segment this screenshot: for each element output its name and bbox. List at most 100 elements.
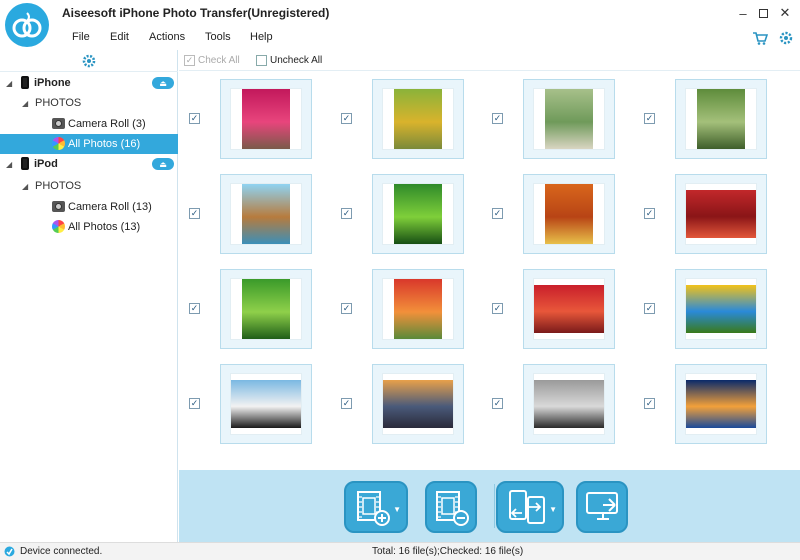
eject-icon[interactable]: ⏏	[152, 158, 174, 170]
photo-thumbnail[interactable]	[220, 269, 312, 349]
photo-checkbox[interactable]: ✓	[492, 208, 503, 219]
sidebar-item-camera-roll[interactable]: Camera Roll (13)	[0, 197, 178, 217]
photo-thumbnail[interactable]	[675, 174, 767, 254]
status-file-count: Total: 16 file(s);Checked: 16 file(s)	[372, 546, 524, 557]
photo-checkbox[interactable]: ✓	[644, 398, 655, 409]
uncheck-all-checkbox[interactable]	[256, 55, 267, 66]
device-name: iPod	[34, 158, 58, 170]
photos-icon	[52, 137, 65, 150]
dropdown-arrow-icon[interactable]: ▼	[393, 505, 401, 514]
photo-checkbox[interactable]: ✓	[644, 113, 655, 124]
photo-checkbox[interactable]: ✓	[341, 303, 352, 314]
photo-thumbnail[interactable]	[372, 364, 464, 444]
eject-icon[interactable]: ⏏	[152, 77, 174, 89]
photo-grid: ✓ ✓ ✓ ✓ ✓ ✓ ✓ ✓ ✓ ✓ ✓ ✓ ✓ ✓ ✓ ✓	[179, 71, 800, 470]
sidebar-item-all-photos[interactable]: All Photos (13)	[0, 217, 178, 237]
menu-actions[interactable]: Actions	[149, 31, 185, 43]
photo-castle-sunset	[383, 380, 453, 428]
cart-icon[interactable]	[752, 30, 769, 46]
device-sidebar: ◢ iPhone ⏏ ◢ PHOTOS Camera Roll (3) All …	[0, 50, 178, 542]
title-bar: Aiseesoft iPhone Photo Transfer(Unregist…	[0, 0, 800, 47]
collapse-triangle-icon[interactable]: ◢	[22, 182, 28, 191]
transfer-device-button[interactable]: ▼	[496, 481, 564, 533]
photo-thumbnail[interactable]	[675, 269, 767, 349]
photo-jellyfish	[686, 380, 756, 428]
minimize-button[interactable]: –	[734, 4, 752, 22]
photo-checkbox[interactable]: ✓	[189, 208, 200, 219]
photo-penguins	[231, 380, 301, 428]
photo-frame	[230, 278, 302, 340]
photo-checkbox[interactable]: ✓	[492, 303, 503, 314]
photo-checkbox[interactable]: ✓	[644, 208, 655, 219]
maximize-button[interactable]	[754, 4, 772, 22]
delete-photo-button[interactable]	[425, 481, 477, 533]
camera-icon	[52, 201, 65, 212]
photo-thumbnail[interactable]	[523, 269, 615, 349]
photo-thumbnail[interactable]	[372, 269, 464, 349]
photo-frame	[685, 183, 757, 245]
photo-thumbnail[interactable]	[372, 79, 464, 159]
sidebar-settings[interactable]	[0, 50, 178, 72]
group-label: PHOTOS	[35, 180, 82, 192]
photo-thumbnail[interactable]	[675, 79, 767, 159]
check-all-label[interactable]: Check All	[198, 55, 240, 66]
gear-icon[interactable]	[778, 30, 794, 46]
ipod-icon	[21, 157, 29, 170]
photo-thumbnail[interactable]	[523, 174, 615, 254]
photo-checkbox[interactable]: ✓	[341, 113, 352, 124]
sidebar-item-camera-roll[interactable]: Camera Roll (3)	[0, 114, 178, 134]
sidebar-item-label: All Photos (16)	[68, 138, 141, 150]
collapse-triangle-icon[interactable]: ◢	[22, 99, 28, 108]
photo-green-arch-path	[697, 89, 745, 149]
status-bar: Device connected. Total: 16 file(s);Chec…	[0, 542, 800, 560]
photo-thumbnail[interactable]	[220, 364, 312, 444]
collapse-triangle-icon[interactable]: ◢	[6, 160, 12, 169]
menu-tools[interactable]: Tools	[205, 31, 231, 43]
film-remove-icon	[436, 491, 469, 526]
check-all-checkbox[interactable]: ✓	[184, 55, 195, 66]
gear-icon[interactable]	[82, 54, 96, 68]
close-button[interactable]: ✕	[776, 4, 794, 22]
device-transfer-icon	[509, 490, 545, 524]
collapse-triangle-icon[interactable]: ◢	[6, 79, 12, 88]
device-iphone[interactable]: ◢ iPhone ⏏	[0, 73, 178, 93]
photo-frame	[685, 278, 757, 340]
photo-thumbnail[interactable]	[523, 364, 615, 444]
group-photos[interactable]: ◢ PHOTOS	[0, 93, 178, 113]
menu-file[interactable]: File	[72, 31, 90, 43]
photo-red-bench-path	[394, 279, 442, 339]
photo-checkbox[interactable]: ✓	[644, 303, 655, 314]
photo-checkbox[interactable]: ✓	[189, 398, 200, 409]
photo-koala	[534, 380, 604, 428]
photo-thumbnail[interactable]	[220, 174, 312, 254]
photo-thumbnail[interactable]	[675, 364, 767, 444]
photo-thumbnail[interactable]	[220, 79, 312, 159]
photo-frame	[685, 373, 757, 435]
sidebar-item-all-photos[interactable]: All Photos (16)	[0, 134, 178, 154]
dropdown-arrow-icon[interactable]: ▼	[549, 505, 557, 514]
sidebar-item-label: Camera Roll (13)	[68, 201, 152, 213]
photo-frame	[382, 278, 454, 340]
camera-icon	[52, 118, 65, 129]
photo-thumbnail[interactable]	[523, 79, 615, 159]
photo-checkbox[interactable]: ✓	[341, 208, 352, 219]
menu-edit[interactable]: Edit	[110, 31, 129, 43]
device-connected-icon	[4, 546, 15, 557]
photo-thumbnail[interactable]	[372, 174, 464, 254]
photo-red-tree-road	[242, 89, 290, 149]
export-to-pc-icon	[586, 492, 618, 520]
add-photo-button[interactable]: ▼	[344, 481, 408, 533]
photo-checkbox[interactable]: ✓	[492, 398, 503, 409]
export-pc-button[interactable]	[576, 481, 628, 533]
uncheck-all-label[interactable]: Uncheck All	[270, 55, 322, 66]
photo-checkbox[interactable]: ✓	[189, 303, 200, 314]
toolbar-divider	[494, 484, 495, 528]
photo-checkbox[interactable]: ✓	[341, 398, 352, 409]
group-photos[interactable]: ◢ PHOTOS	[0, 176, 178, 196]
menu-help[interactable]: Help	[250, 31, 273, 43]
photo-frame	[382, 373, 454, 435]
device-ipod[interactable]: ◢ iPod ⏏	[0, 154, 178, 174]
photos-icon	[52, 220, 65, 233]
photo-checkbox[interactable]: ✓	[189, 113, 200, 124]
photo-checkbox[interactable]: ✓	[492, 113, 503, 124]
